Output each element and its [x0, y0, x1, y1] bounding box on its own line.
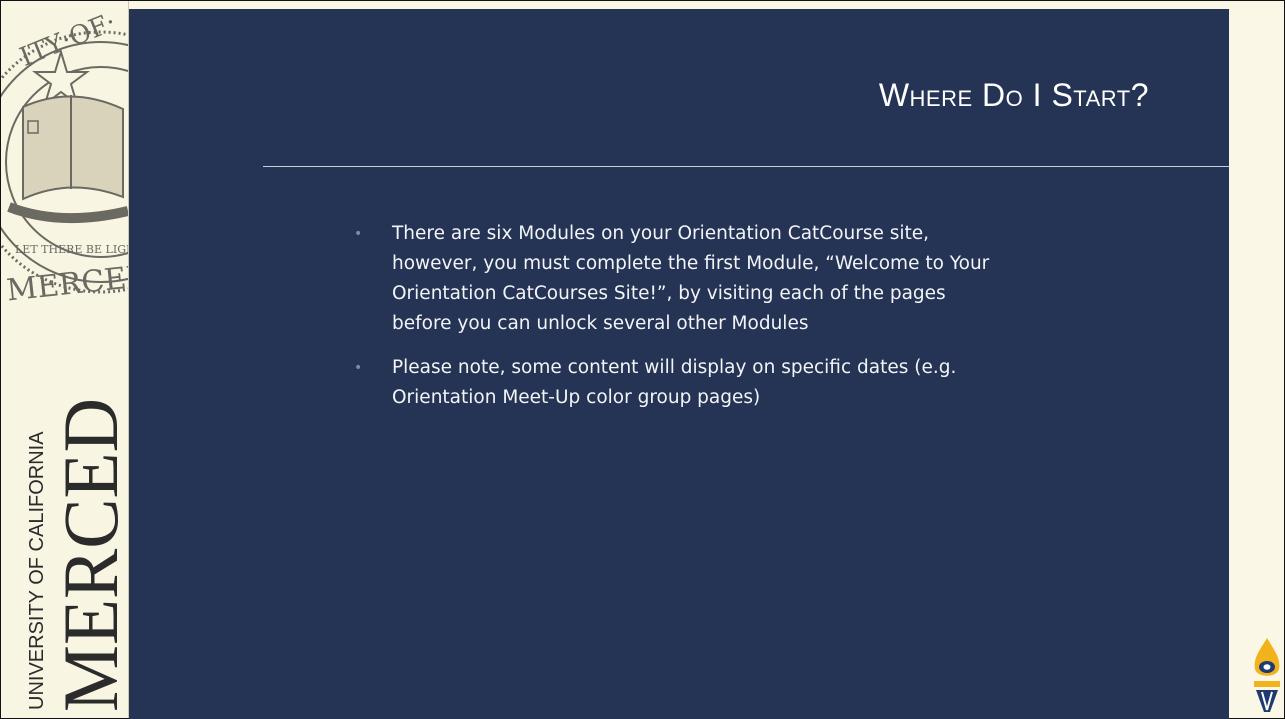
seal-top-text: ITY·OF·	[16, 7, 121, 73]
brand-sidebar: ITY·OF· LET THERE BE LIGHT MERCED UNIVER…	[1, 1, 129, 718]
seal-bottom-text: MERCED	[5, 259, 128, 307]
bullet-dot-icon: •	[354, 360, 363, 376]
bullet-dot-icon: •	[354, 226, 363, 242]
bullet-text: Please note, some content will display o…	[392, 357, 957, 408]
right-margin-strip	[1229, 1, 1284, 718]
slide-content: Where Do I Start? • There are six Module…	[129, 9, 1229, 719]
uc-merced-wordmark: UNIVERSITY OF CALIFORNIA MERCED	[26, 398, 123, 712]
torch-logo-icon	[1254, 638, 1280, 712]
seal-ribbon-text: LET THERE BE LIGHT	[15, 243, 128, 256]
bullet-text: There are six Modules on your Orientatio…	[392, 223, 990, 334]
title-divider	[263, 166, 1229, 167]
slide-title: Where Do I Start?	[878, 77, 1149, 113]
bullet-item: • There are six Modules on your Orientat…	[354, 219, 1008, 339]
bullet-list: • There are six Modules on your Orientat…	[354, 219, 1008, 427]
bullet-item: • Please note, some content will display…	[354, 353, 1008, 413]
wordmark-merced: MERCED	[47, 398, 123, 712]
university-seal-icon: ITY·OF· LET THERE BE LIGHT MERCED	[1, 7, 128, 307]
wordmark-university: UNIVERSITY OF CALIFORNIA	[26, 431, 48, 710]
